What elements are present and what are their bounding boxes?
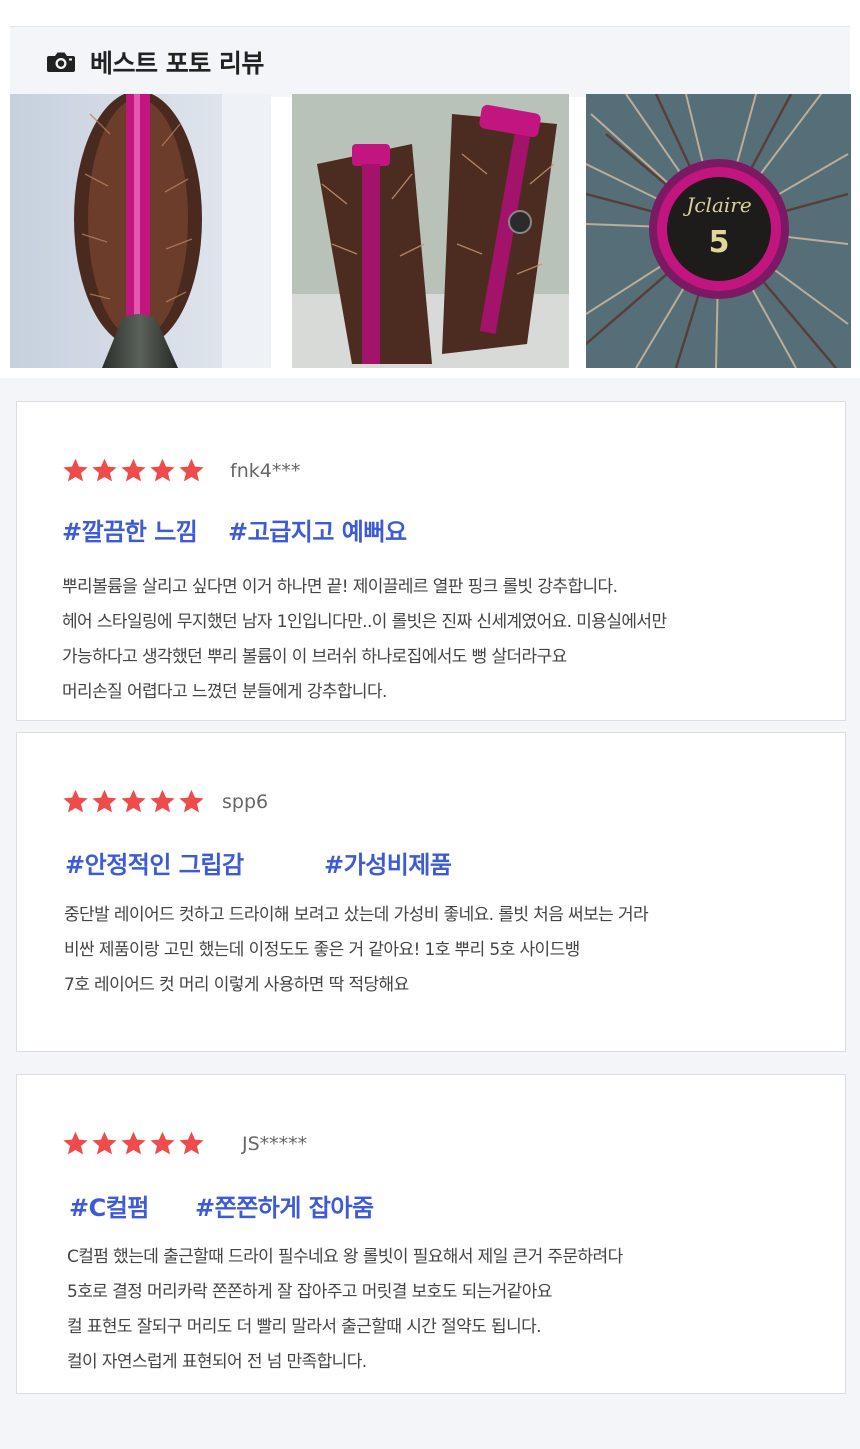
review-username: fnk4*** bbox=[230, 460, 301, 482]
star-icon bbox=[92, 789, 117, 813]
star-icon bbox=[63, 458, 88, 482]
review-card-1: fnk4*** #깔끔한 느낌 #고급지고 예뻐요 뿌리볼륨을 살리고 싶다면 … bbox=[16, 401, 846, 721]
review-text-line: 가능하다고 생각했던 뿌리 볼륨이 이 브러쉬 하나로집에서도 뻥 살더라구요 bbox=[62, 647, 567, 667]
star-icon bbox=[150, 789, 175, 813]
review-username: spp6 bbox=[222, 791, 269, 813]
review-text-line: 5호로 결정 머리카락 쫀쫀하게 잘 잡아주고 머릿결 보호도 되는거같아요 bbox=[67, 1282, 552, 1302]
star-rating bbox=[62, 788, 207, 815]
star-icon bbox=[121, 1131, 146, 1155]
star-icon bbox=[179, 1131, 204, 1155]
star-icon bbox=[63, 789, 88, 813]
star-rating bbox=[62, 1130, 207, 1157]
review-text-line: 컬 표현도 잘되구 머리도 더 빨리 말라서 출근할때 시간 절약도 됩니다. bbox=[67, 1317, 542, 1337]
star-icon bbox=[121, 458, 146, 482]
review-text-line: 헤어 스타일링에 무지했던 남자 1인입니다만..이 롤빗은 진짜 신세계였어요… bbox=[62, 612, 667, 632]
review-text-line: 비싼 제품이랑 고민 했는데 이정도도 좋은 거 같아요! 1호 뿌리 5호 사… bbox=[64, 940, 580, 960]
camera-icon bbox=[47, 52, 75, 72]
review-tag: #쫀쫀하게 잡아줌 bbox=[195, 1194, 374, 1222]
star-icon bbox=[121, 789, 146, 813]
review-text-line: C컬펌 했는데 출근할때 드라이 필수네요 왕 롤빗이 필요해서 제일 큰거 주… bbox=[67, 1247, 623, 1267]
review-text-line: 컬이 자연스럽게 표현되어 전 넘 만족합니다. bbox=[67, 1352, 367, 1372]
page-title: 베스트 포토 리뷰 bbox=[90, 49, 264, 78]
review-tag: #안정적인 그립감 bbox=[65, 851, 244, 879]
review-tag: #가성비제품 bbox=[324, 851, 452, 879]
review-tag: #깔끔한 느낌 bbox=[62, 518, 198, 546]
star-icon bbox=[179, 789, 204, 813]
star-icon bbox=[92, 1131, 117, 1155]
svg-text:Jclaire: Jclaire bbox=[682, 193, 751, 217]
review-text-line: 뿌리볼륨을 살리고 싶다면 이거 하나면 끝! 제이끌레르 열판 핑크 롤빗 강… bbox=[62, 577, 618, 597]
review-username: JS***** bbox=[242, 1133, 308, 1155]
star-icon bbox=[179, 458, 204, 482]
review-text-line: 7호 레이어드 컷 머리 이렇게 사용하면 딱 적당해요 bbox=[64, 975, 409, 995]
star-icon bbox=[150, 458, 175, 482]
review-text-line: 머리손질 어렵다고 느꼈던 분들에게 강추합니다. bbox=[62, 682, 387, 702]
svg-text:5: 5 bbox=[709, 225, 730, 260]
star-icon bbox=[63, 1131, 88, 1155]
review-photo-2[interactable] bbox=[292, 94, 569, 368]
photo-gallery: Jclaire 5 bbox=[0, 94, 860, 368]
section-header: 베스트 포토 리뷰 bbox=[46, 44, 264, 80]
review-photo-3[interactable]: Jclaire 5 bbox=[586, 94, 851, 368]
review-tag: #C컬펌 bbox=[69, 1194, 149, 1222]
review-text-line: 중단발 레이어드 컷하고 드라이해 보려고 샀는데 가성비 좋네요. 롤빗 처음… bbox=[64, 905, 649, 925]
review-photo-1[interactable] bbox=[10, 94, 271, 368]
review-card-2: spp6 #안정적인 그립감 #가성비제품 중단발 레이어드 컷하고 드라이해 … bbox=[16, 732, 846, 1052]
star-icon bbox=[150, 1131, 175, 1155]
star-icon bbox=[92, 458, 117, 482]
review-card-3: JS***** #C컬펌 #쫀쫀하게 잡아줌 C컬펌 했는데 출근할때 드라이 … bbox=[16, 1074, 846, 1394]
star-rating bbox=[62, 457, 207, 484]
review-tag: #고급지고 예뻐요 bbox=[228, 518, 407, 546]
